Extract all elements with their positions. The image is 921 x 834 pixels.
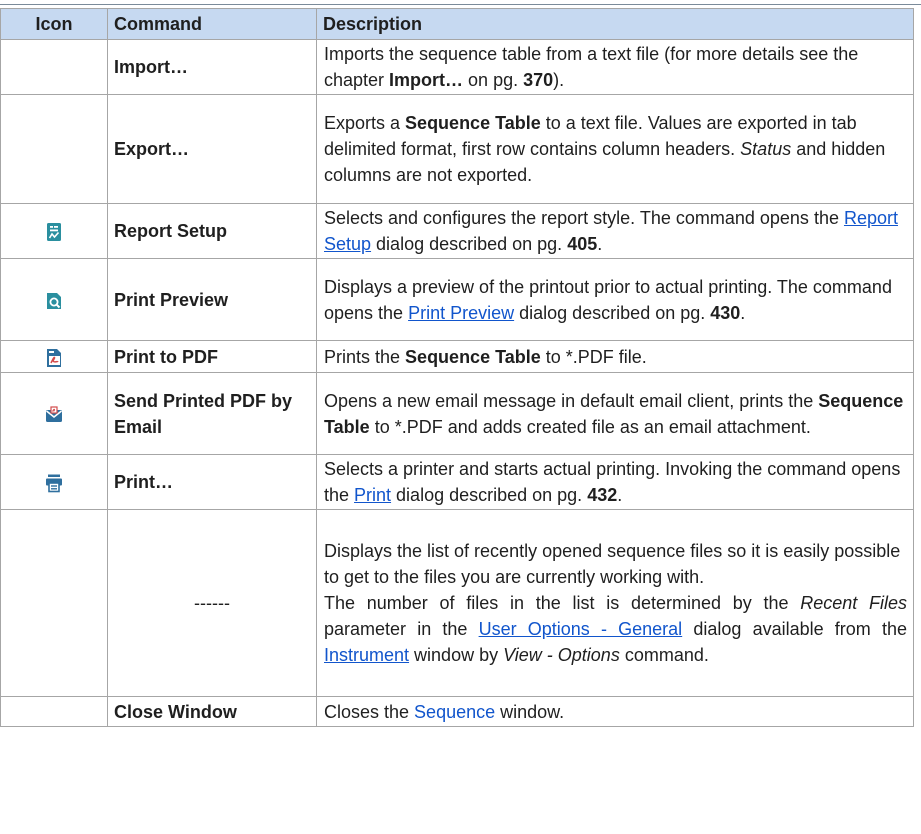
- table-row: Report Setup Selects and configures the …: [0, 203, 914, 259]
- icon-cell-empty: [0, 696, 108, 727]
- description-export: Exports a Sequence Table to a text file.…: [316, 94, 914, 204]
- table-row: Import… Imports the sequence table from …: [0, 39, 914, 95]
- command-export: Export…: [107, 94, 317, 204]
- command-print-to-pdf: Print to PDF: [107, 340, 317, 373]
- icon-cell: [0, 372, 108, 455]
- icon-cell-empty: [0, 39, 108, 95]
- description-print-to-pdf: Prints the Sequence Table to *.PDF file.: [316, 340, 914, 373]
- icon-cell: [0, 203, 108, 259]
- printer-icon[interactable]: [44, 473, 64, 493]
- icon-cell-empty: [0, 94, 108, 204]
- report-setup-icon[interactable]: [44, 222, 64, 242]
- header-icon: Icon: [0, 8, 108, 40]
- icon-cell: [0, 454, 108, 510]
- header-command: Command: [107, 8, 317, 40]
- link-sequence[interactable]: Sequence: [414, 702, 495, 722]
- recent-para-2: The number of files in the list is deter…: [324, 593, 907, 665]
- table-row: Print Preview Displays a preview of the …: [0, 258, 914, 341]
- pdf-icon[interactable]: [44, 348, 64, 368]
- command-print: Print…: [107, 454, 317, 510]
- recent-para-1: Displays the list of recently opened seq…: [324, 541, 901, 587]
- description-recent-files: Displays the list of recently opened seq…: [316, 509, 914, 697]
- link-instrument[interactable]: Instrument: [324, 645, 409, 665]
- description-send-pdf-email: Opens a new email message in default ema…: [316, 372, 914, 455]
- table-row: ------ Displays the list of recently ope…: [0, 509, 914, 697]
- command-table: Icon Command Description Import… Imports…: [0, 8, 914, 727]
- table-row: Print… Selects a printer and starts actu…: [0, 454, 914, 510]
- icon-cell-empty: [0, 509, 108, 697]
- table-header-row: Icon Command Description: [0, 8, 914, 40]
- table-row: Close Window Closes the Sequence window.: [0, 696, 914, 727]
- description-import: Imports the sequence table from a text f…: [316, 39, 914, 95]
- table-row: Send Printed PDF by Email Opens a new em…: [0, 372, 914, 455]
- link-print-preview[interactable]: Print Preview: [408, 303, 514, 323]
- description-print: Selects a printer and starts actual prin…: [316, 454, 914, 510]
- header-description: Description: [316, 8, 914, 40]
- command-recent-files-separator: ------: [107, 509, 317, 697]
- description-print-preview: Displays a preview of the printout prior…: [316, 258, 914, 341]
- table-row: Export… Exports a Sequence Table to a te…: [0, 94, 914, 204]
- link-user-options-general[interactable]: User Options - General: [479, 619, 683, 639]
- table-row: Print to PDF Prints the Sequence Table t…: [0, 340, 914, 373]
- command-send-pdf-email: Send Printed PDF by Email: [107, 372, 317, 455]
- icon-cell: [0, 340, 108, 373]
- command-report-setup: Report Setup: [107, 203, 317, 259]
- command-import: Import…: [107, 39, 317, 95]
- description-report-setup: Selects and configures the report style.…: [316, 203, 914, 259]
- print-preview-icon[interactable]: [44, 291, 64, 311]
- top-rule: [0, 4, 921, 5]
- icon-cell: [0, 258, 108, 341]
- link-print[interactable]: Print: [354, 485, 391, 505]
- command-close-window: Close Window: [107, 696, 317, 727]
- description-close-window: Closes the Sequence window.: [316, 696, 914, 727]
- email-pdf-icon[interactable]: [44, 405, 64, 425]
- command-print-preview: Print Preview: [107, 258, 317, 341]
